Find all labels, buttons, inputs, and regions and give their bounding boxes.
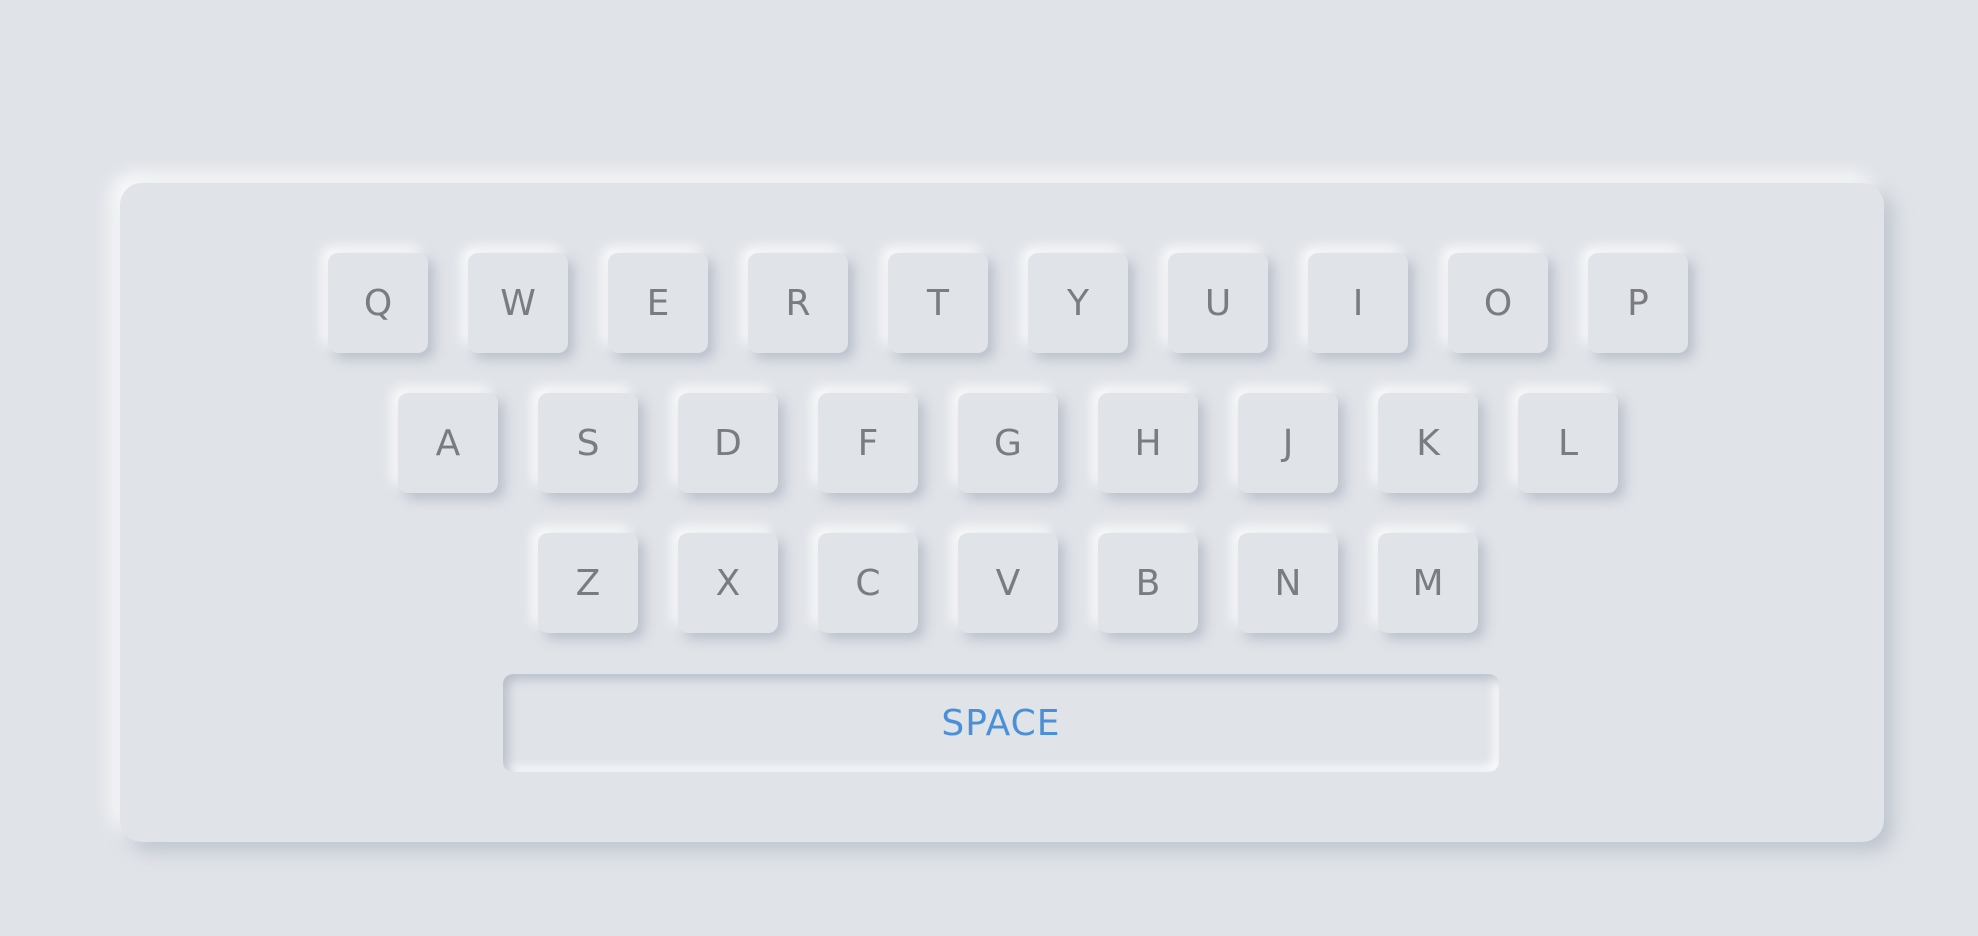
key-o[interactable]: O [1448, 253, 1548, 353]
keyboard-row-3: Z X C V B N M [120, 533, 1884, 633]
key-h[interactable]: H [1098, 393, 1198, 493]
keyboard-row-2: A S D F G H J K L [120, 393, 1884, 493]
key-b[interactable]: B [1098, 533, 1198, 633]
key-m[interactable]: M [1378, 533, 1478, 633]
key-l[interactable]: L [1518, 393, 1618, 493]
key-x[interactable]: X [678, 533, 778, 633]
key-d[interactable]: D [678, 393, 778, 493]
key-z[interactable]: Z [538, 533, 638, 633]
key-f[interactable]: F [818, 393, 918, 493]
key-q[interactable]: Q [328, 253, 428, 353]
key-c[interactable]: C [818, 533, 918, 633]
key-g[interactable]: G [958, 393, 1058, 493]
key-y[interactable]: Y [1028, 253, 1128, 353]
key-j[interactable]: J [1238, 393, 1338, 493]
key-e[interactable]: E [608, 253, 708, 353]
keyboard: Q W E R T Y U I O P A S D F G H J K L Z … [120, 183, 1884, 842]
key-w[interactable]: W [468, 253, 568, 353]
key-r[interactable]: R [748, 253, 848, 353]
key-i[interactable]: I [1308, 253, 1408, 353]
key-u[interactable]: U [1168, 253, 1268, 353]
key-s[interactable]: S [538, 393, 638, 493]
key-t[interactable]: T [888, 253, 988, 353]
key-k[interactable]: K [1378, 393, 1478, 493]
key-v[interactable]: V [958, 533, 1058, 633]
key-n[interactable]: N [1238, 533, 1338, 633]
keyboard-row-1: Q W E R T Y U I O P [120, 253, 1884, 353]
page: Q W E R T Y U I O P A S D F G H J K L Z … [0, 0, 1978, 936]
key-a[interactable]: A [398, 393, 498, 493]
space-key[interactable]: SPACE [503, 674, 1499, 772]
key-p[interactable]: P [1588, 253, 1688, 353]
